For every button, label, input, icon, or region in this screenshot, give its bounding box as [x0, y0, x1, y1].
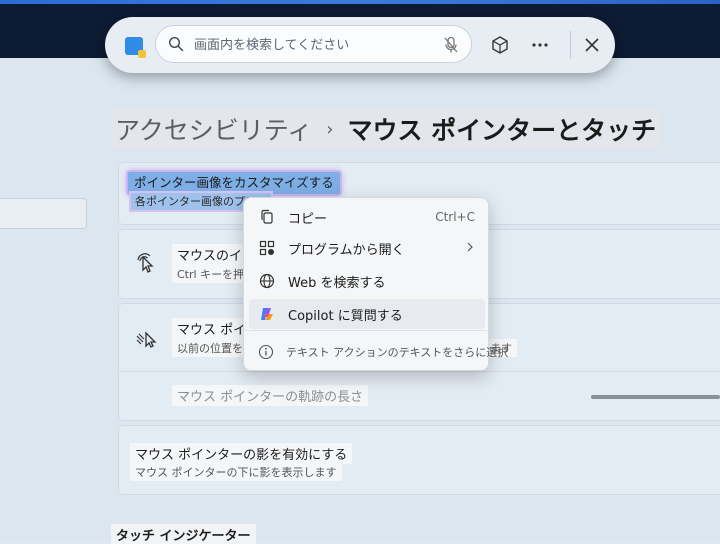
screen-search-bar	[105, 17, 615, 73]
menu-item-copilot-label: Copilot に質問する	[288, 308, 403, 324]
touch-indicator-heading: タッチ インジケーター	[111, 524, 256, 544]
menu-item-text-actions[interactable]: テキスト アクションのテキストをさらに選択	[249, 337, 508, 367]
menu-item-copy-shortcut: Ctrl+C	[435, 210, 475, 224]
pointer-locate-icon	[137, 253, 154, 273]
menu-separator	[244, 330, 488, 331]
globe-icon	[258, 272, 276, 290]
menu-item-copilot[interactable]: Copilot に質問する	[249, 299, 485, 329]
menu-item-copy-label: コピー	[288, 211, 328, 227]
close-icon[interactable]	[580, 33, 604, 57]
menu-item-open-with-label: プログラムから開く	[288, 242, 405, 258]
pointer-shadow-title: マウス ポインターの影を有効にする	[130, 443, 353, 464]
info-icon	[258, 343, 274, 361]
sidebar-search-box-edge[interactable]	[0, 198, 87, 229]
mic-muted-icon[interactable]	[443, 36, 459, 54]
search-field[interactable]	[155, 25, 472, 63]
menu-item-web-search-label: Web を検索する	[288, 275, 386, 291]
trail-length-label: マウス ポインターの軌跡の長さ	[172, 385, 369, 406]
menu-item-web-search[interactable]: Web を検索する	[249, 266, 485, 296]
context-menu: コピー Ctrl+C プログラムから開く Web を検索する Copilot に…	[243, 197, 508, 371]
apps-icon	[258, 239, 276, 257]
card-divider	[119, 371, 720, 372]
breadcrumb-parent-link[interactable]: アクセシビリティ	[115, 111, 312, 147]
copy-icon	[258, 208, 276, 226]
copilot-icon	[258, 305, 276, 323]
search-bar-divider	[570, 31, 571, 59]
customize-pointer-title: ポインター画像をカスタマイズする	[128, 172, 340, 194]
cube-icon[interactable]	[488, 33, 512, 57]
chevron-right-icon	[465, 241, 475, 255]
more-options-icon[interactable]	[528, 33, 552, 57]
pointer-shadow-description: マウス ポインターの下に影を表示します	[130, 463, 342, 481]
search-input[interactable]	[192, 34, 436, 56]
breadcrumb: アクセシビリティ › マウス ポインターとタッチ	[111, 110, 661, 148]
trail-length-slider[interactable]	[591, 395, 720, 399]
breadcrumb-separator: ›	[326, 118, 334, 140]
menu-item-text-actions-label: テキスト アクションのテキストをさらに選択	[286, 346, 509, 359]
pointer-trails-icon	[136, 331, 157, 348]
menu-item-open-with[interactable]: プログラムから開く	[249, 233, 485, 263]
search-icon	[168, 36, 184, 52]
menu-item-copy[interactable]: コピー Ctrl+C	[249, 202, 485, 232]
app-logo-icon	[125, 37, 146, 58]
page-title: マウス ポインターとタッチ	[347, 116, 657, 145]
